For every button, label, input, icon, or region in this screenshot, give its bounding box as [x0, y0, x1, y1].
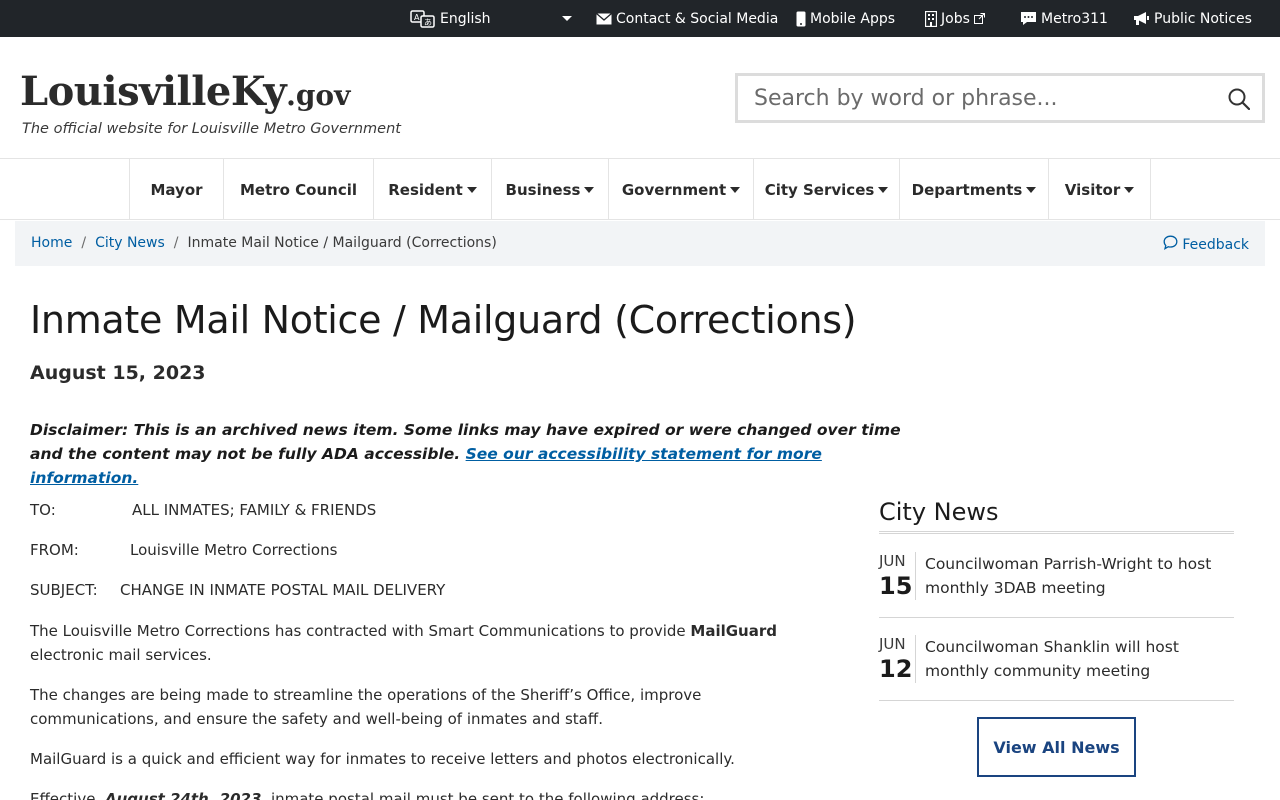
feedback-link[interactable]: Feedback: [1163, 235, 1249, 254]
nav-label: Visitor: [1064, 180, 1121, 199]
logo-main-text: LouisvilleKy: [20, 68, 287, 115]
language-selector[interactable]: Aあ English: [410, 0, 574, 37]
language-label: English: [440, 10, 491, 27]
caret-down-icon: [730, 186, 741, 193]
nav-item-business[interactable]: Business: [491, 159, 608, 220]
megaphone-icon: [1133, 11, 1150, 26]
breadcrumb-home-link[interactable]: Home: [31, 235, 72, 251]
mobile-apps-link[interactable]: Mobile Apps: [796, 0, 895, 37]
news-month: JUN: [879, 635, 906, 653]
feedback-label: Feedback: [1182, 236, 1249, 253]
search-input[interactable]: [738, 85, 1208, 111]
nav-label: Resident: [388, 180, 463, 199]
memo-from-label: FROM:: [30, 541, 79, 559]
breadcrumb-separator: /: [81, 235, 87, 251]
memo-subject-label: SUBJECT:: [30, 581, 98, 599]
news-item[interactable]: JUN 12 Councilwoman Shanklin will host m…: [879, 635, 1234, 701]
public-notices-link[interactable]: Public Notices: [1133, 0, 1252, 37]
memo-to-label: TO:: [30, 501, 56, 519]
svg-text:A: A: [414, 13, 420, 22]
nav-label: Government: [621, 180, 727, 199]
search-box: [735, 73, 1265, 123]
site-tagline: The official website for Louisville Metr…: [22, 121, 401, 137]
logo-tld-text: .gov: [286, 79, 351, 112]
metro311-label: Metro311: [1041, 10, 1108, 27]
speech-bubble-icon: [1163, 235, 1178, 254]
memo-from-value: Louisville Metro Corrections: [130, 541, 338, 559]
page-title: Inmate Mail Notice / Mailguard (Correcti…: [30, 298, 857, 342]
news-divider: [915, 635, 916, 683]
contact-label: Contact & Social Media: [616, 10, 779, 27]
news-item[interactable]: JUN 15 Councilwoman Parrish-Wright to ho…: [879, 552, 1234, 618]
nav-item-government[interactable]: Government: [608, 159, 753, 220]
caret-down-icon: [1124, 186, 1135, 193]
city-news-divider: [879, 531, 1234, 534]
memo-to: TO: ALL INMATES; FAMILY & FRIENDS: [30, 501, 376, 519]
nav-item-resident[interactable]: Resident: [373, 159, 491, 220]
paragraph-bold-text: MailGuard: [690, 622, 777, 640]
article-date: August 15, 2023: [30, 362, 206, 384]
paragraph-effective-date: Effective, August 24th, 2023, inmate pos…: [30, 787, 830, 800]
paragraph-text: The Louisville Metro Corrections has con…: [30, 622, 691, 640]
jobs-label: Jobs: [941, 10, 970, 27]
nav-item-city-services[interactable]: City Services: [753, 159, 899, 220]
paragraph-text: Effective,: [30, 790, 105, 800]
breadcrumb-city-news-link[interactable]: City News: [95, 235, 165, 251]
nav-item-departments[interactable]: Departments: [899, 159, 1048, 220]
paragraph-mailguard-summary: MailGuard is a quick and efficient way f…: [30, 750, 735, 768]
chat-icon: [1020, 11, 1037, 26]
breadcrumb-current: Inmate Mail Notice / Mailguard (Correcti…: [187, 235, 497, 251]
paragraph-mailguard-intro: The Louisville Metro Corrections has con…: [30, 619, 830, 667]
search-icon[interactable]: [1228, 88, 1251, 114]
mobile-apps-label: Mobile Apps: [810, 10, 896, 27]
news-divider: [915, 552, 916, 600]
nav-item-mayor[interactable]: Mayor: [129, 159, 223, 220]
nav-label: Mayor: [150, 180, 203, 199]
paragraph-text: , inmate postal mail must be sent to the…: [261, 790, 705, 800]
phone-icon: [796, 11, 806, 27]
paragraph-changes: The changes are being made to streamline…: [30, 686, 702, 728]
chevron-down-icon: [562, 16, 572, 21]
nav-label: Departments: [911, 180, 1023, 199]
breadcrumb: Home / City News / Inmate Mail Notice / …: [15, 221, 1265, 266]
view-all-news-button[interactable]: View All News: [977, 717, 1136, 777]
news-day: 15: [879, 572, 913, 600]
paragraph-text: electronic mail services.: [30, 646, 212, 664]
envelope-icon: [596, 12, 612, 25]
caret-down-icon: [584, 186, 595, 193]
caret-down-icon: [878, 186, 889, 193]
city-news-heading: City News: [879, 498, 999, 526]
nav-label: Business: [505, 180, 581, 199]
translate-icon: Aあ: [410, 9, 436, 28]
news-day: 12: [879, 655, 913, 683]
site-logo[interactable]: LouisvilleKy.gov: [20, 68, 350, 115]
news-month: JUN: [879, 552, 906, 570]
memo-to-value: ALL INMATES; FAMILY & FRIENDS: [132, 501, 377, 519]
contact-link[interactable]: Contact & Social Media: [596, 0, 778, 37]
svg-text:あ: あ: [424, 18, 432, 27]
archive-disclaimer: Disclaimer: This is an archived news ite…: [30, 418, 910, 490]
main-nav: Mayor Metro Council Resident Business Go…: [0, 158, 1280, 220]
memo-subject: SUBJECT: CHANGE IN INMATE POSTAL MAIL DEL…: [30, 581, 445, 599]
nav-item-metro-council[interactable]: Metro Council: [223, 159, 373, 220]
public-notices-label: Public Notices: [1154, 10, 1252, 27]
nav-item-visitor[interactable]: Visitor: [1048, 159, 1151, 220]
news-headline[interactable]: Councilwoman Parrish-Wright to host mont…: [925, 552, 1225, 600]
memo-subject-value: CHANGE IN INMATE POSTAL MAIL DELIVERY: [120, 581, 446, 599]
jobs-link[interactable]: Jobs: [925, 0, 985, 37]
news-headline[interactable]: Councilwoman Shanklin will host monthly …: [925, 635, 1225, 683]
utility-bar: Aあ English Contact & Social Media Mobile…: [0, 0, 1280, 37]
external-link-icon: [973, 13, 985, 24]
breadcrumb-separator: /: [173, 235, 179, 251]
metro311-link[interactable]: Metro311: [1020, 0, 1108, 37]
nav-label: City Services: [764, 180, 875, 199]
memo-from: FROM: Louisville Metro Corrections: [30, 541, 337, 559]
caret-down-icon: [1026, 186, 1037, 193]
building-icon: [925, 10, 937, 27]
nav-label: Metro Council: [239, 180, 358, 199]
caret-down-icon: [466, 186, 477, 193]
paragraph-bold-text: August 24th, 2023: [104, 790, 262, 800]
